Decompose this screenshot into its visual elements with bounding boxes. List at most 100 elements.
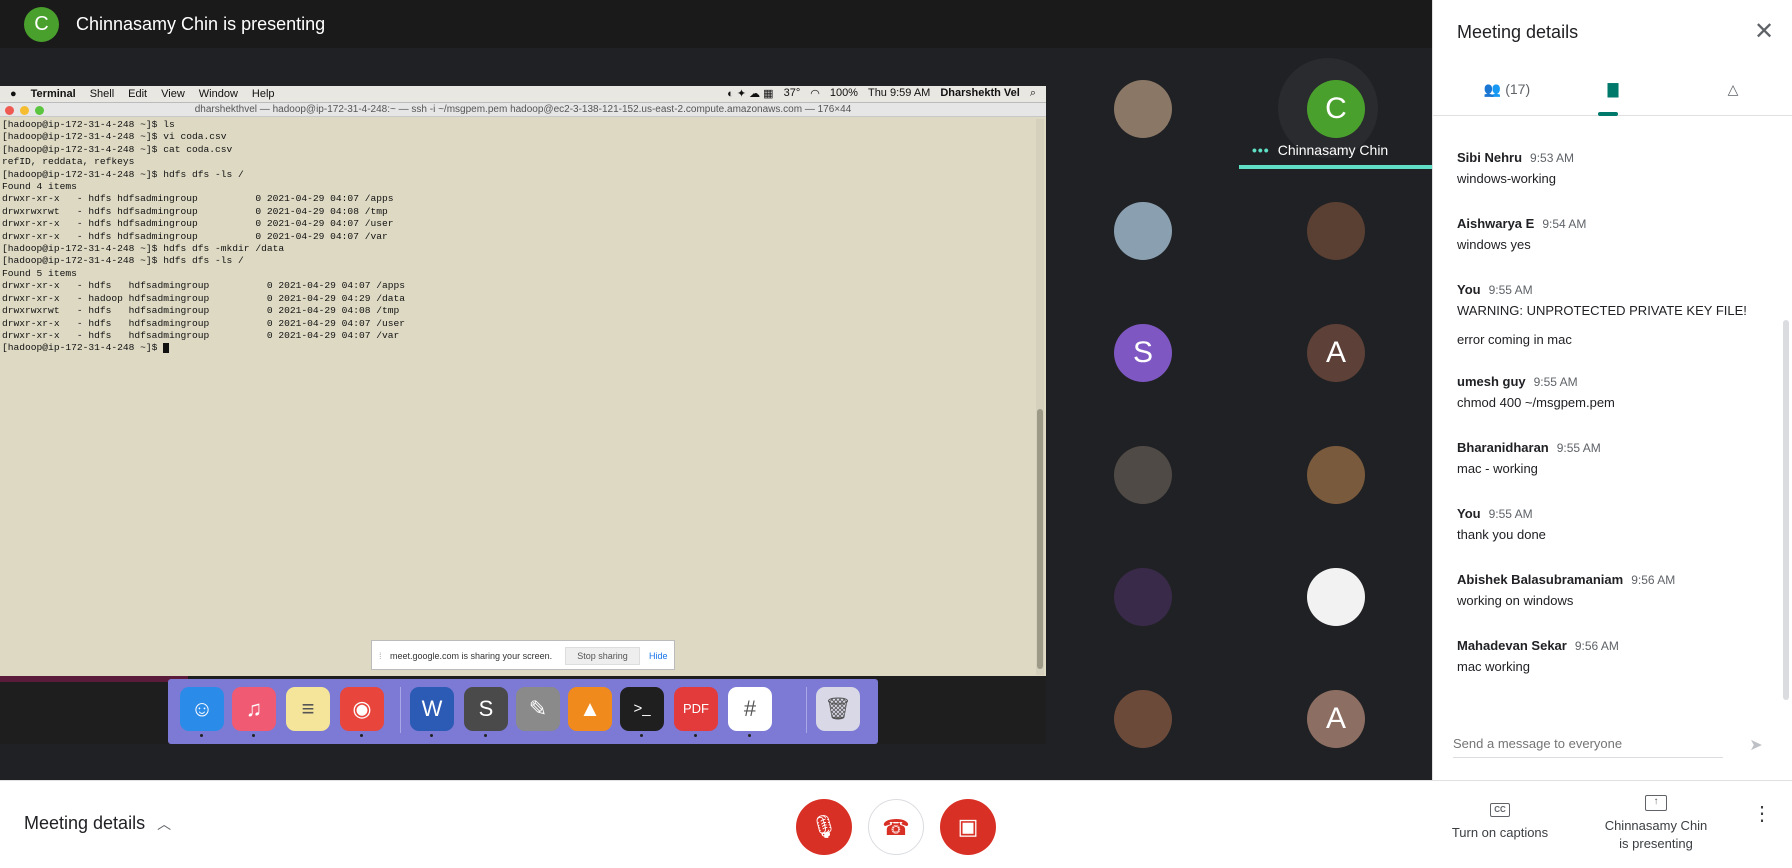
message-text: windows-working [1457,171,1556,186]
message-text: error coming in mac [1457,332,1572,347]
participant-tile[interactable]: A [1239,292,1432,414]
share-message: meet.google.com is sharing your screen. [390,651,553,661]
participant-tile[interactable]: A [1239,658,1432,780]
close-dot-icon [5,106,14,115]
meeting-details-button[interactable]: Meeting details ︿ [24,813,171,834]
participant-avatar: A [1307,324,1365,382]
tab-activities[interactable]: △ [1683,72,1783,116]
terminal-titlebar: dharshekthvel — hadoop@ip-172-31-4-248:~… [0,103,1046,117]
chat-messages: Sibi Nehru 9:53 AM windows-working Aishwary… [1433,118,1792,708]
terminal-line: drwxr-xr-x - hdfs hdfsadmingroup 0 2021-… [2,193,394,205]
chat-scrollbar[interactable] [1783,320,1789,700]
participant-tile[interactable] [1046,414,1239,536]
battery: 100% [829,87,858,99]
terminal-line: drwxrwxrwt - hdfs hdfsadmingroup 0 2021-… [2,205,388,217]
leave-call-button[interactable]: ☎ [868,799,924,855]
chat-message: Aishwarya E 9:54 AM windows yes [1457,216,1757,252]
chevron-up-icon: ︿ [157,816,172,832]
present-label-1: Chinnasamy Chin [1604,818,1708,833]
chat-input[interactable] [1453,730,1723,756]
participant-avatar: S [1114,324,1172,382]
message-sender: Mahadevan Sekar [1457,638,1567,653]
send-icon[interactable]: ➤ [1744,735,1768,755]
menu-help: Help [251,88,275,100]
dock-running-dot [694,734,697,737]
participant-avatar: C [1307,80,1365,138]
present-icon: ↑ [1645,795,1667,811]
apple-icon: ● [10,88,17,100]
terminal-line: Found 5 items [2,267,77,279]
chat-message: Mahadevan Sekar 9:56 AM mac working [1457,638,1757,674]
spotlight-icon: ⌕ [1029,87,1036,99]
close-icon[interactable]: ✕ [1750,18,1778,46]
terminal-line: refID, reddata, refkeys [2,156,135,168]
temperature: 37° [783,87,801,99]
participant-tile[interactable] [1239,414,1432,536]
dock-separator [806,687,807,733]
participant-tile[interactable] [1239,536,1432,658]
terminal-line: Found 4 items [2,181,77,193]
message-time: 9:56 AM [1631,573,1676,587]
terminal-line: [hadoop@ip-172-31-4-248 ~]$ vi coda.csv [2,131,227,143]
terminal-line: [hadoop@ip-172-31-4-248 ~]$ hdfs dfs -mk… [2,243,285,255]
participant-tile[interactable] [1046,48,1239,170]
notes-icon: ≡ [286,687,330,731]
activities-icon: △ [1727,81,1739,97]
terminal-line: drwxr-xr-x - hdfs hdfsadmingroup 0 2021-… [2,280,406,292]
tab-people[interactable]: 👥 (17) [1457,72,1557,116]
menu-edit: Edit [128,88,148,100]
present-label-2: is presenting [1619,836,1693,851]
status-icons: ◐ ✦ ☁ ▦ [727,88,774,100]
active-tab-indicator [1598,112,1618,116]
participant-tile[interactable]: S [1046,292,1239,414]
participant-avatar: A [1307,690,1365,748]
mac-user: Dharshekth Vel [940,87,1020,99]
people-count: (17) [1505,81,1531,97]
hangup-icon: ☎ [882,815,910,840]
participant-tile[interactable] [1046,658,1239,780]
clock: Thu 9:59 AM [867,87,931,99]
present-button[interactable]: ↑ Chinnasamy Chin is presenting [1590,795,1722,853]
terminal-line: drwxr-xr-x - hdfs hdfsadmingroup 0 2021-… [2,317,406,329]
participant-grid: ••• Chinnasamy Chin CSAA [1046,48,1432,780]
terminal-line: drwxr-xr-x - hadoop hdfsadmingroup 0 202… [2,292,406,304]
message-header: You 9:55 AM [1457,282,1757,297]
mic-off-icon: 🎙 [810,814,838,839]
chat-icon: ▇ [1607,81,1619,97]
finder-icon: ☺ [180,687,224,731]
participant-tile[interactable] [1046,170,1239,292]
terminal-icon: >_ [620,687,664,731]
message-sender: Abishek Balasubramaniam [1457,572,1624,587]
participant-tile[interactable]: C [1239,48,1432,170]
participant-photo [1307,446,1365,504]
terminal-line: [hadoop@ip-172-31-4-248 ~]$ [2,342,1036,354]
terminal-line: drwxr-xr-x - hdfs hdfsadmingroup 0 2021-… [2,230,388,242]
menu-shell: Shell [89,88,115,100]
camera-toggle-button[interactable]: ▣ [940,799,996,855]
terminal-line: [hadoop@ip-172-31-4-248 ~]$ ls [2,119,175,130]
participant-tile[interactable] [1239,170,1432,292]
more-options-icon[interactable]: ⋮ [1752,804,1772,824]
dock-running-dot [360,734,363,737]
presenter-avatar: C [24,7,59,42]
message-text: thank you done [1457,527,1546,542]
message-sender: You [1457,506,1481,521]
meeting-details-panel: Meeting details ✕ 👥 (17) ▇ △ Sibi Nehru 9… [1432,0,1792,780]
dock-running-dot [748,734,751,737]
shared-screen: ● Terminal Shell Edit View Window Help ◐… [0,86,1046,744]
stop-sharing-button: Stop sharing [565,647,640,665]
panel-tabs: 👥 (17) ▇ △ [1433,72,1792,116]
message-time: 9:54 AM [1542,217,1587,231]
mic-toggle-button[interactable]: 🎙 [796,799,852,855]
tab-chat[interactable]: ▇ [1563,72,1663,116]
participant-tile[interactable] [1046,536,1239,658]
captions-button[interactable]: CC Turn on captions [1442,803,1558,840]
terminal-scroll-thumb [1037,409,1043,669]
chat-message: You 9:55 AM thank you done [1457,506,1757,542]
music-icon: ♫ [232,687,276,731]
drag-handle-icon: ⁞ [379,651,382,661]
message-time: 9:55 AM [1533,375,1578,389]
terminal-line: drwxr-xr-x - hdfs hdfsadmingroup 0 2021-… [2,329,400,341]
message-sender: Aishwarya E [1457,216,1535,231]
dock-running-dot [484,734,487,737]
